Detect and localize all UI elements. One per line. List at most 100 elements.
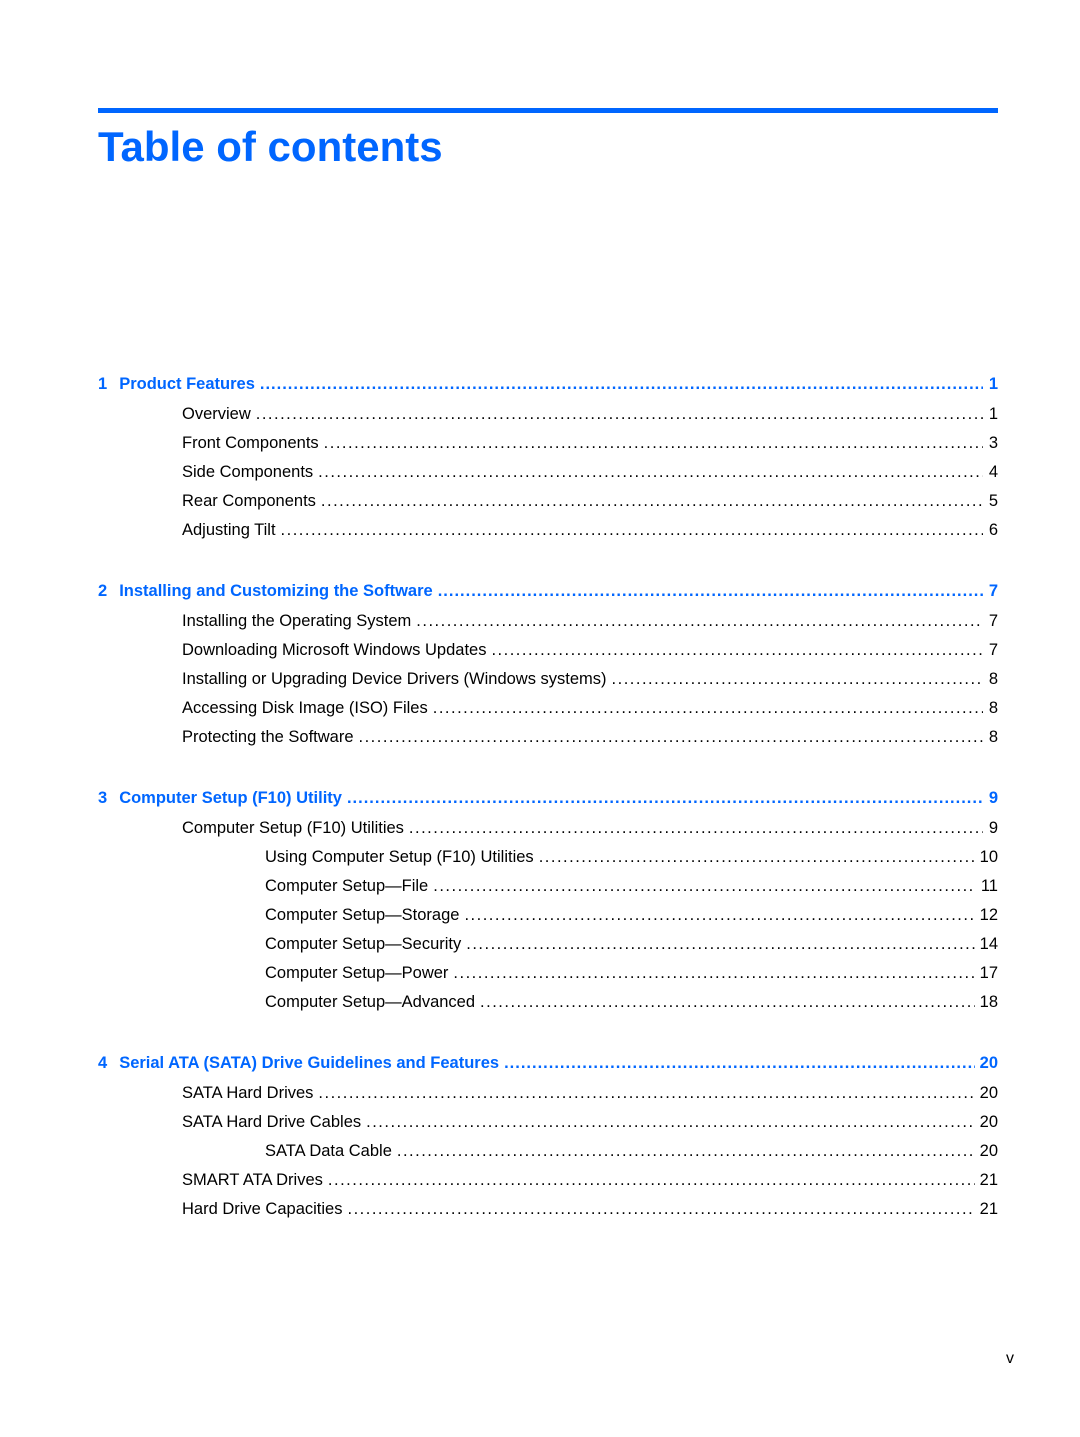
toc-entry-link[interactable]: Installing or Upgrading Device Drivers (…	[98, 665, 998, 694]
dot-leader	[416, 607, 983, 636]
dot-leader	[464, 901, 974, 930]
toc-entry-link[interactable]: Front Components 3	[98, 429, 998, 458]
entry-title: Rear Components	[182, 492, 316, 510]
entry-page: 20	[979, 1142, 998, 1160]
toc-entry-link[interactable]: Computer Setup—File 11	[98, 872, 998, 901]
entry-page: 4	[988, 463, 998, 481]
toc-chapter: 3Computer Setup (F10) Utility9Computer S…	[98, 783, 998, 1017]
toc-chapter-link[interactable]: 4 Serial ATA (SATA) Drive Guidelines and …	[98, 1048, 998, 1079]
dot-leader	[466, 930, 974, 959]
entry-page: 7	[988, 641, 998, 659]
dot-leader	[433, 872, 976, 901]
toc-entry-link[interactable]: Installing the Operating System 7	[98, 607, 998, 636]
dot-leader	[453, 959, 974, 988]
dot-leader	[366, 1108, 975, 1137]
entry-title: Front Components	[182, 434, 319, 452]
toc-entry-link[interactable]: Computer Setup—Security 14	[98, 930, 998, 959]
entry-page: 21	[979, 1200, 998, 1218]
chapter-title: Installing and Customizing the Software	[119, 582, 433, 600]
dot-leader	[318, 458, 983, 487]
entry-title: SATA Hard Drive Cables	[182, 1113, 362, 1131]
dot-leader	[347, 783, 983, 814]
entry-title: Computer Setup—Advanced	[265, 993, 476, 1011]
toc-entry-link[interactable]: Computer Setup (F10) Utilities 9	[98, 814, 998, 843]
dot-leader	[539, 843, 975, 872]
dot-leader	[256, 400, 983, 429]
entry-title: SATA Hard Drives	[182, 1084, 314, 1102]
dot-leader	[281, 516, 983, 545]
entry-page: 10	[979, 848, 998, 866]
chapter-title: Product Features	[119, 375, 255, 393]
toc-entry-link[interactable]: Using Computer Setup (F10) Utilities 10	[98, 843, 998, 872]
entry-page: 20	[979, 1084, 998, 1102]
entry-page: 12	[979, 906, 998, 924]
toc-entry-link[interactable]: SATA Data Cable 20	[98, 1137, 998, 1166]
chapter-page: 1	[988, 375, 998, 393]
entry-title: Computer Setup—Security	[265, 935, 462, 953]
chapter-number: 4	[98, 1054, 108, 1072]
entry-page: 17	[979, 964, 998, 982]
dot-leader	[409, 814, 983, 843]
dot-leader	[328, 1166, 975, 1195]
dot-leader	[438, 576, 983, 607]
toc-chapter-link[interactable]: 3 Computer Setup (F10) Utility 9	[98, 783, 998, 814]
entry-page: 8	[988, 670, 998, 688]
toc-chapter-link[interactable]: 1 Product Features 1	[98, 369, 998, 400]
dot-leader	[318, 1079, 974, 1108]
entry-page: 14	[979, 935, 998, 953]
toc-entry-link[interactable]: Computer Setup—Storage 12	[98, 901, 998, 930]
entry-title: Installing the Operating System	[182, 612, 412, 630]
dot-leader	[321, 487, 983, 516]
dot-leader	[347, 1195, 974, 1224]
entry-title: SATA Data Cable	[265, 1142, 392, 1160]
toc-chapter: 4 Serial ATA (SATA) Drive Guidelines and …	[98, 1048, 998, 1224]
toc-entry-link[interactable]: Rear Components 5	[98, 487, 998, 516]
entry-title: Overview	[182, 405, 251, 423]
toc-entry-link[interactable]: Protecting the Software 8	[98, 723, 998, 752]
entry-page: 7	[988, 612, 998, 630]
entry-title: Installing or Upgrading Device Drivers (…	[182, 670, 607, 688]
chapter-page: 20	[979, 1054, 998, 1072]
dot-leader	[480, 988, 975, 1017]
entry-page: 5	[988, 492, 998, 510]
title-rule	[98, 108, 998, 113]
toc-entry-link[interactable]: SATA Hard Drives 20	[98, 1079, 998, 1108]
chapter-number: 3	[98, 789, 108, 807]
entry-title: Computer Setup—Power	[265, 964, 449, 982]
dot-leader	[260, 369, 983, 400]
toc-entry-link[interactable]: Hard Drive Capacities 21	[98, 1195, 998, 1224]
page-title: Table of contents	[98, 123, 443, 170]
toc-entry-link[interactable]: Downloading Microsoft Windows Updates 7	[98, 636, 998, 665]
entry-title: Computer Setup—Storage	[265, 906, 460, 924]
entry-title: Adjusting Tilt	[182, 521, 276, 539]
entry-page: 8	[988, 728, 998, 746]
toc-entry-link[interactable]: Adjusting Tilt 6	[98, 516, 998, 545]
toc-entry-link[interactable]: Overview 1	[98, 400, 998, 429]
dot-leader	[433, 694, 983, 723]
entry-title: Hard Drive Capacities	[182, 1200, 343, 1218]
toc-entry-link[interactable]: Computer Setup—Power 17	[98, 959, 998, 988]
entry-title: Computer Setup (F10) Utilities	[182, 819, 404, 837]
entry-title: Accessing Disk Image (ISO) Files	[182, 699, 428, 717]
toc-entry-link[interactable]: Side Components 4	[98, 458, 998, 487]
chapter-title: Serial ATA (SATA) Drive Guidelines and F…	[119, 1054, 500, 1072]
toc-entry-link[interactable]: SATA Hard Drive Cables 20	[98, 1108, 998, 1137]
entry-title: Side Components	[182, 463, 314, 481]
entry-page: 18	[979, 993, 998, 1011]
toc-chapter-link[interactable]: 2 Installing and Customizing the Software…	[98, 576, 998, 607]
entry-title: Computer Setup—File	[265, 877, 429, 895]
entry-title: Protecting the Software	[182, 728, 354, 746]
entry-title: Downloading Microsoft Windows Updates	[182, 641, 487, 659]
entry-page: 9	[988, 819, 998, 837]
dot-leader	[397, 1137, 975, 1166]
dot-leader	[359, 723, 983, 752]
toc-entry-link[interactable]: Accessing Disk Image (ISO) Files 8	[98, 694, 998, 723]
dot-leader	[324, 429, 983, 458]
toc-entry-link[interactable]: Computer Setup—Advanced 18	[98, 988, 998, 1017]
table-of-contents: 1 Product Features 1 Overview 1 Front Compone…	[98, 369, 998, 1255]
chapter-number: 1	[98, 375, 108, 393]
dot-leader	[612, 665, 983, 694]
toc-chapter: 1 Product Features 1 Overview 1 Front Compone…	[98, 369, 998, 545]
entry-title: SMART ATA Drives	[182, 1171, 323, 1189]
toc-entry-link[interactable]: SMART ATA Drives 21	[98, 1166, 998, 1195]
